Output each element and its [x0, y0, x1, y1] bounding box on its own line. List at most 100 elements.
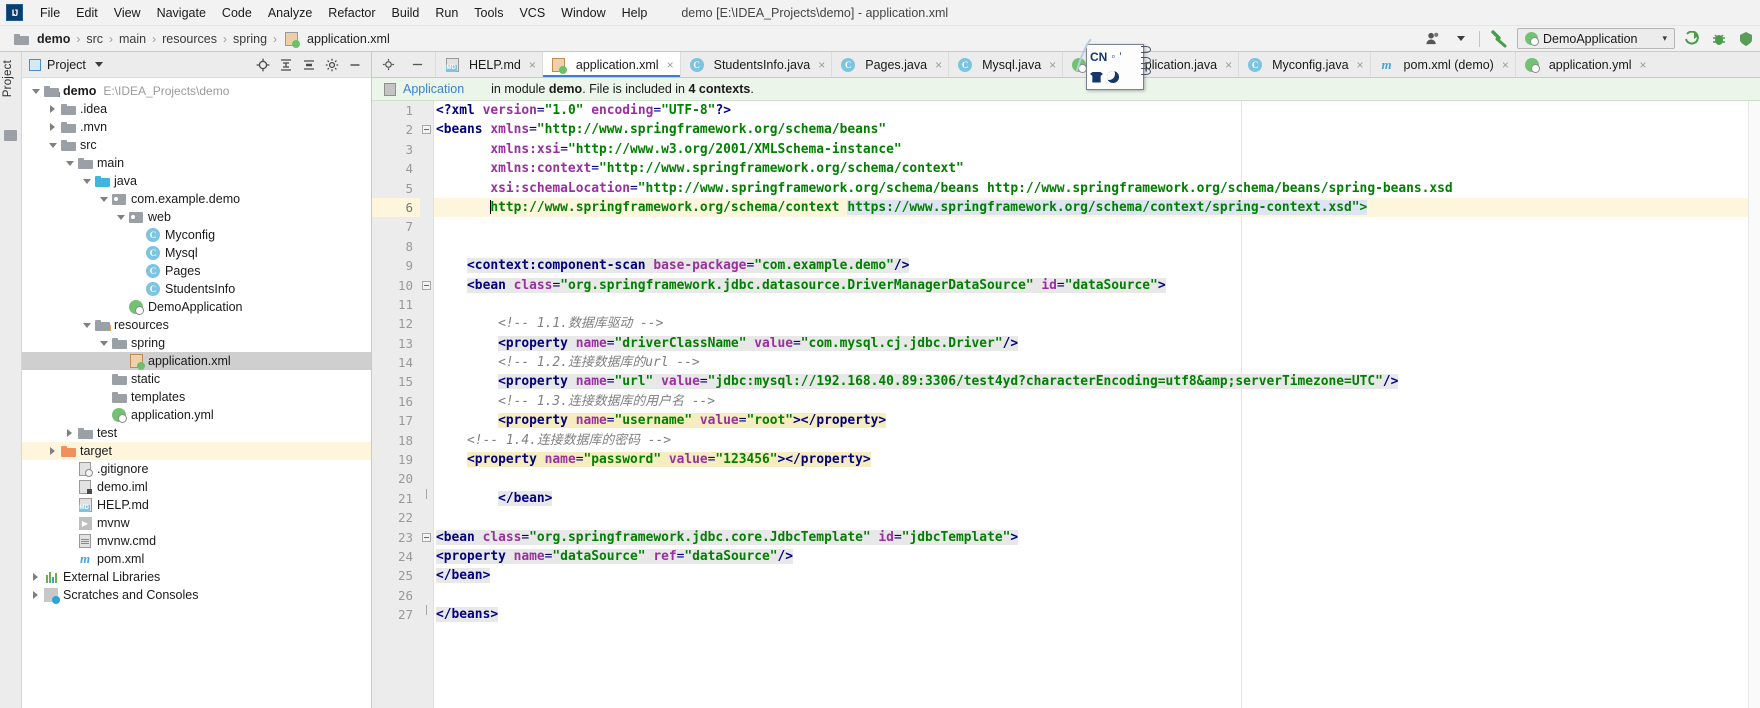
menu-file[interactable]: File [32, 3, 68, 23]
code-line[interactable]: xsi:schemaLocation="http://www.springfra… [434, 179, 1760, 198]
tree-node-pom-xml[interactable]: m pom.xml [22, 550, 371, 568]
fold-gutter-line[interactable] [420, 605, 433, 624]
tree-node-main[interactable]: main [22, 154, 371, 172]
close-icon[interactable]: × [1225, 58, 1232, 72]
tree-node-static[interactable]: static [22, 370, 371, 388]
line-number[interactable]: 17 [372, 411, 420, 430]
fold-collapse-icon[interactable] [422, 532, 431, 542]
expand-all-icon[interactable] [278, 57, 294, 73]
editor-tab-application-xml[interactable]: application.xml × [541, 52, 680, 77]
breadcrumb-item-main[interactable]: main [114, 30, 151, 48]
code-line[interactable]: <property name="driverClassName" value="… [434, 334, 1760, 353]
editor-tab-studentsinfo-java[interactable]: C StudentsInfo.java × [679, 52, 832, 77]
code-line[interactable] [434, 508, 1760, 527]
code-line[interactable] [434, 237, 1760, 256]
code-line[interactable]: <bean class="org.springframework.jdbc.da… [434, 276, 1760, 295]
line-number[interactable]: 14 [372, 353, 420, 372]
close-icon[interactable]: × [818, 58, 825, 72]
debug-bug-icon[interactable] [1709, 29, 1729, 49]
chevron-down-icon[interactable] [47, 140, 58, 151]
chevron-down-icon[interactable] [1449, 29, 1469, 49]
close-icon[interactable]: × [1502, 58, 1509, 72]
line-number[interactable]: 16 [372, 392, 420, 411]
tree-node-studentsinfo[interactable]: C StudentsInfo [22, 280, 371, 298]
tree-node-src[interactable]: src [22, 136, 371, 154]
code-line[interactable]: xmlns:context="http://www.springframewor… [434, 159, 1760, 178]
editor-tab-mysql-java[interactable]: C Mysql.java × [948, 52, 1062, 77]
editor-scrollbar[interactable] [1748, 101, 1760, 708]
fold-collapse-icon[interactable] [422, 280, 431, 290]
line-number[interactable]: 9 [372, 256, 432, 275]
code-line[interactable] [434, 586, 1760, 605]
menu-window[interactable]: Window [553, 3, 613, 23]
ime-shirt-icon[interactable] [1090, 71, 1103, 83]
line-number[interactable]: 5 [372, 179, 420, 198]
code-line[interactable]: <!-- 1.4.连接数据库的密码 --> [434, 431, 1760, 450]
code-line[interactable]: <beans xmlns="http://www.springframework… [434, 120, 1760, 139]
tree-node-java[interactable]: java [22, 172, 371, 190]
run-button-icon[interactable] [1682, 29, 1702, 49]
line-number[interactable]: 13 [372, 334, 420, 353]
tree-node-help-md[interactable]: HELP.md [22, 496, 371, 514]
breadcrumb-item-demo[interactable]: demo [8, 30, 75, 48]
menu-refactor[interactable]: Refactor [320, 3, 383, 23]
tree-node--gitignore[interactable]: .gitignore [22, 460, 371, 478]
line-number[interactable]: 18 [372, 431, 420, 450]
chevron-right-icon[interactable] [30, 572, 41, 583]
tree-node-spring[interactable]: spring [22, 334, 371, 352]
project-tree[interactable]: demo E:\IDEA_Projects\demo .idea .mvn src mai… [22, 78, 371, 708]
code-line[interactable]: http://www.springframework.org/schema/co… [434, 197, 1760, 218]
fold-region-end-icon[interactable] [426, 605, 427, 616]
code-line[interactable] [434, 217, 1760, 236]
tree-node-mysql[interactable]: C Mysql [22, 244, 371, 262]
chevron-down-icon[interactable] [64, 158, 75, 169]
close-icon[interactable]: × [1640, 58, 1647, 72]
code-folding-gutter[interactable] [420, 101, 434, 708]
chevron-down-icon[interactable] [81, 176, 92, 187]
chevron-down-icon[interactable]: ▾ [1662, 33, 1667, 44]
menu-analyze[interactable]: Analyze [260, 3, 320, 23]
chevron-right-icon[interactable] [47, 122, 58, 133]
code-line[interactable] [434, 469, 1760, 488]
breadcrumb-item-resources[interactable]: resources [157, 30, 222, 48]
close-icon[interactable]: × [1049, 58, 1056, 72]
close-icon[interactable]: × [935, 58, 942, 72]
close-icon[interactable]: × [1357, 58, 1364, 72]
chevron-down-icon[interactable] [115, 212, 126, 223]
code-line[interactable]: <property name="username" value="root"><… [434, 411, 1760, 430]
menu-help[interactable]: Help [614, 3, 656, 23]
restore-layout-icon[interactable] [378, 55, 398, 75]
chevron-down-icon[interactable] [98, 338, 109, 349]
line-number[interactable]: 24 [372, 547, 420, 566]
chevron-down-icon[interactable] [98, 194, 109, 205]
line-number[interactable]: 8 [372, 237, 420, 256]
chevron-down-icon[interactable] [81, 320, 92, 331]
tree-node--mvn[interactable]: .mvn [22, 118, 371, 136]
chevron-right-icon[interactable] [64, 428, 75, 439]
code-line[interactable]: <property name="password" value="123456"… [434, 450, 1760, 469]
menu-code[interactable]: Code [214, 3, 260, 23]
fold-region-end-icon[interactable] [426, 488, 427, 499]
tree-node-external-libraries[interactable]: External Libraries [22, 568, 371, 586]
line-number[interactable]: 21 [372, 489, 420, 508]
code-line[interactable]: <property name="dataSource" ref="dataSou… [434, 547, 1760, 566]
menu-navigate[interactable]: Navigate [149, 3, 214, 23]
tree-node-demo-iml[interactable]: demo.iml [22, 478, 371, 496]
ime-apostrophe-icon[interactable]: ’ [1119, 51, 1121, 63]
menu-tools[interactable]: Tools [466, 3, 511, 23]
tree-node-application-xml[interactable]: application.xml [22, 352, 371, 370]
line-number[interactable]: 4 [372, 159, 420, 178]
breadcrumb-item-application-xml[interactable]: application.xml [278, 30, 395, 48]
locate-target-icon[interactable] [255, 57, 271, 73]
settings-gear-icon[interactable] [324, 57, 340, 73]
tree-node-test[interactable]: test [22, 424, 371, 442]
code-content[interactable]: <?xml version="1.0" encoding="UTF-8"?> <b… [434, 101, 1760, 708]
code-line[interactable]: <context:component-scan base-package="co… [434, 256, 1760, 275]
tree-node-resources[interactable]: resources [22, 316, 371, 334]
tree-node-demo[interactable]: demo E:\IDEA_Projects\demo [22, 82, 371, 100]
line-number[interactable]: 15 [372, 372, 420, 391]
fold-gutter-line[interactable] [420, 120, 433, 139]
code-line[interactable] [434, 295, 1760, 314]
hide-panel-icon[interactable] [347, 57, 363, 73]
code-line[interactable]: </beans> [434, 605, 1760, 624]
